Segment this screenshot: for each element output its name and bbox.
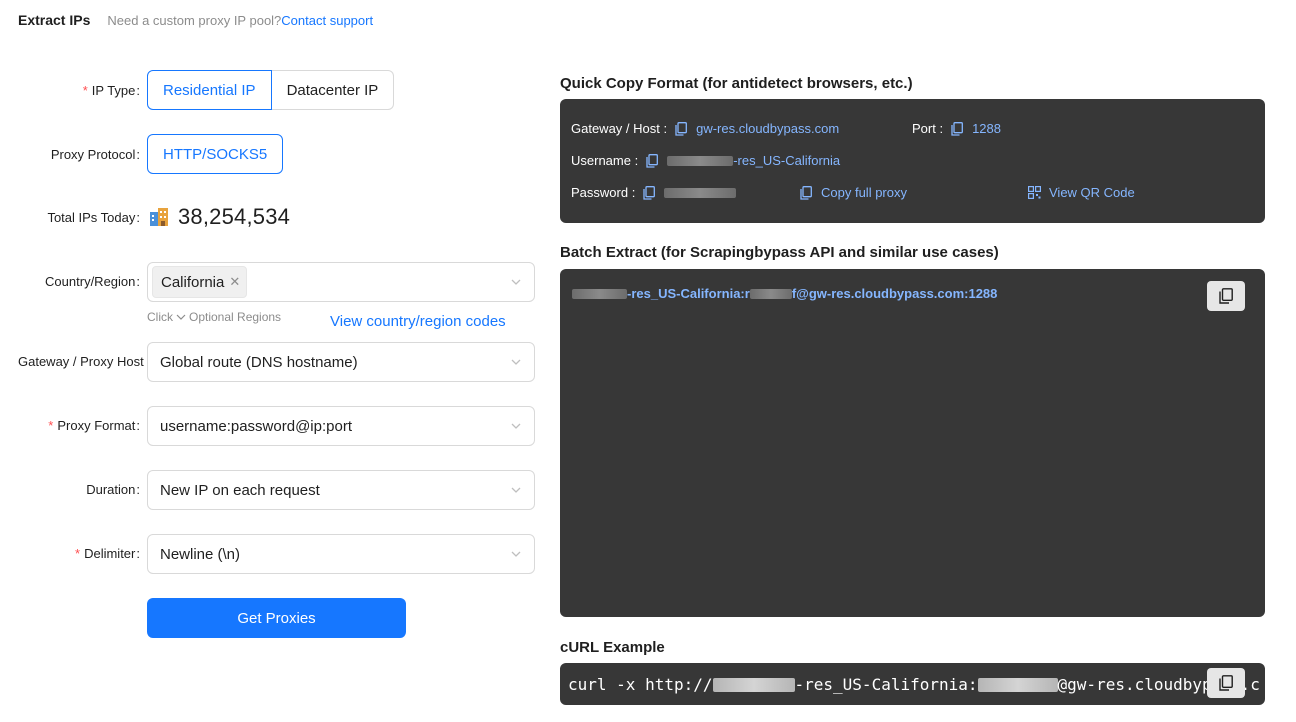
delimiter-select[interactable]: Newline (\n) — [147, 534, 535, 574]
building-icon — [148, 206, 170, 228]
copy-icon[interactable] — [646, 153, 659, 168]
duration-select[interactable]: New IP on each request — [147, 470, 535, 510]
protocol-label: Proxy Protocol: — [50, 146, 140, 162]
ip-type-segmented: Residential IP Datacenter IP — [147, 70, 395, 110]
redacted-password — [977, 677, 1058, 692]
page-subtitle: Need a custom proxy IP pool? — [107, 13, 282, 28]
redacted-username — [667, 155, 734, 166]
total-ips-value: 38,254,534 — [178, 204, 291, 229]
country-hint: Click Optional Regions — [147, 310, 282, 324]
total-ips-label: Total IPs Today: — [47, 209, 140, 225]
chevron-down-icon — [176, 314, 186, 320]
curl-command: curl -x http:// -res_US-California: @gw-… — [568, 675, 1260, 694]
copy-icon — [1219, 675, 1233, 691]
copy-icon — [800, 185, 812, 200]
datacenter-ip-option[interactable]: Datacenter IP — [271, 70, 395, 110]
batch-proxy-line: -res_US-California:r f@gw-res.cloudbypas… — [572, 286, 997, 301]
get-proxies-button[interactable]: Get Proxies — [147, 598, 406, 638]
proxy-format-select[interactable]: username:password@ip:port — [147, 406, 535, 446]
page-header: Extract IPs Need a custom proxy IP pool?… — [18, 12, 373, 28]
country-row: Country/Region: — [0, 274, 140, 289]
curl-panel: curl -x http:// -res_US-California: @gw-… — [560, 663, 1265, 705]
ip-type-label: * IP Type: — [82, 82, 140, 98]
copy-full-proxy[interactable]: Copy full proxy — [800, 185, 907, 200]
redacted-username — [572, 288, 627, 299]
chevron-down-icon — [511, 279, 521, 285]
delimiter-label: * Delimiter: — [75, 546, 140, 561]
chevron-down-icon — [511, 551, 521, 557]
copy-icon — [1219, 288, 1233, 304]
country-tag: California ✕ — [152, 266, 248, 298]
duration-row: Duration: — [0, 482, 140, 497]
redacted-password — [749, 288, 792, 299]
gateway-label: Gateway / Proxy Host — [18, 354, 144, 369]
ip-type-row: * IP Type: Residential IP Datacenter IP — [0, 70, 395, 110]
curl-title: cURL Example — [560, 639, 665, 656]
curl-copy-button[interactable] — [1207, 668, 1245, 698]
quick-copy-password: Password : — [571, 185, 737, 200]
protocol-option-http-socks5[interactable]: HTTP/SOCKS5 — [147, 134, 284, 174]
quick-copy-port: Port : 1288 — [912, 121, 1001, 136]
redacted-password — [664, 187, 737, 198]
gateway-select[interactable]: Global route (DNS hostname) — [147, 342, 535, 382]
contact-support-link[interactable]: Contact support — [281, 13, 373, 28]
duration-label: Duration: — [86, 482, 140, 497]
quick-copy-host: Gateway / Host : gw-res.cloudbypass.com — [571, 121, 840, 136]
chevron-down-icon — [511, 359, 521, 365]
country-select[interactable]: California ✕ — [147, 262, 535, 302]
proxy-format-row: * Proxy Format: — [0, 418, 140, 433]
view-country-codes-link[interactable]: View country/region codes — [330, 313, 506, 330]
batch-extract-panel — [560, 269, 1265, 617]
copy-icon[interactable] — [675, 121, 688, 136]
qr-code-icon — [1028, 186, 1041, 199]
redacted-username — [712, 677, 795, 692]
chevron-down-icon — [511, 423, 521, 429]
copy-icon[interactable] — [951, 121, 964, 136]
country-label: Country/Region: — [45, 274, 140, 289]
page-title: Extract IPs — [18, 12, 91, 28]
copy-icon[interactable] — [643, 185, 656, 200]
residential-ip-option[interactable]: Residential IP — [147, 70, 272, 110]
total-ips-row: Total IPs Today: 38,254,534 — [0, 204, 290, 230]
view-qr-code[interactable]: View QR Code — [1028, 185, 1135, 200]
chevron-down-icon — [511, 487, 521, 493]
batch-extract-title: Batch Extract (for Scrapingbypass API an… — [560, 244, 999, 261]
gateway-row: Gateway / Proxy Host — [0, 354, 148, 369]
quick-copy-username: Username : -res_US-California — [571, 153, 841, 168]
delimiter-row: * Delimiter: — [0, 546, 140, 561]
tag-close-icon[interactable]: ✕ — [229, 274, 240, 290]
batch-copy-button[interactable] — [1207, 281, 1245, 311]
quick-copy-title: Quick Copy Format (for antidetect browse… — [560, 75, 913, 92]
proxy-format-label: * Proxy Format: — [48, 418, 140, 433]
protocol-row: Proxy Protocol: HTTP/SOCKS5 — [0, 134, 284, 174]
